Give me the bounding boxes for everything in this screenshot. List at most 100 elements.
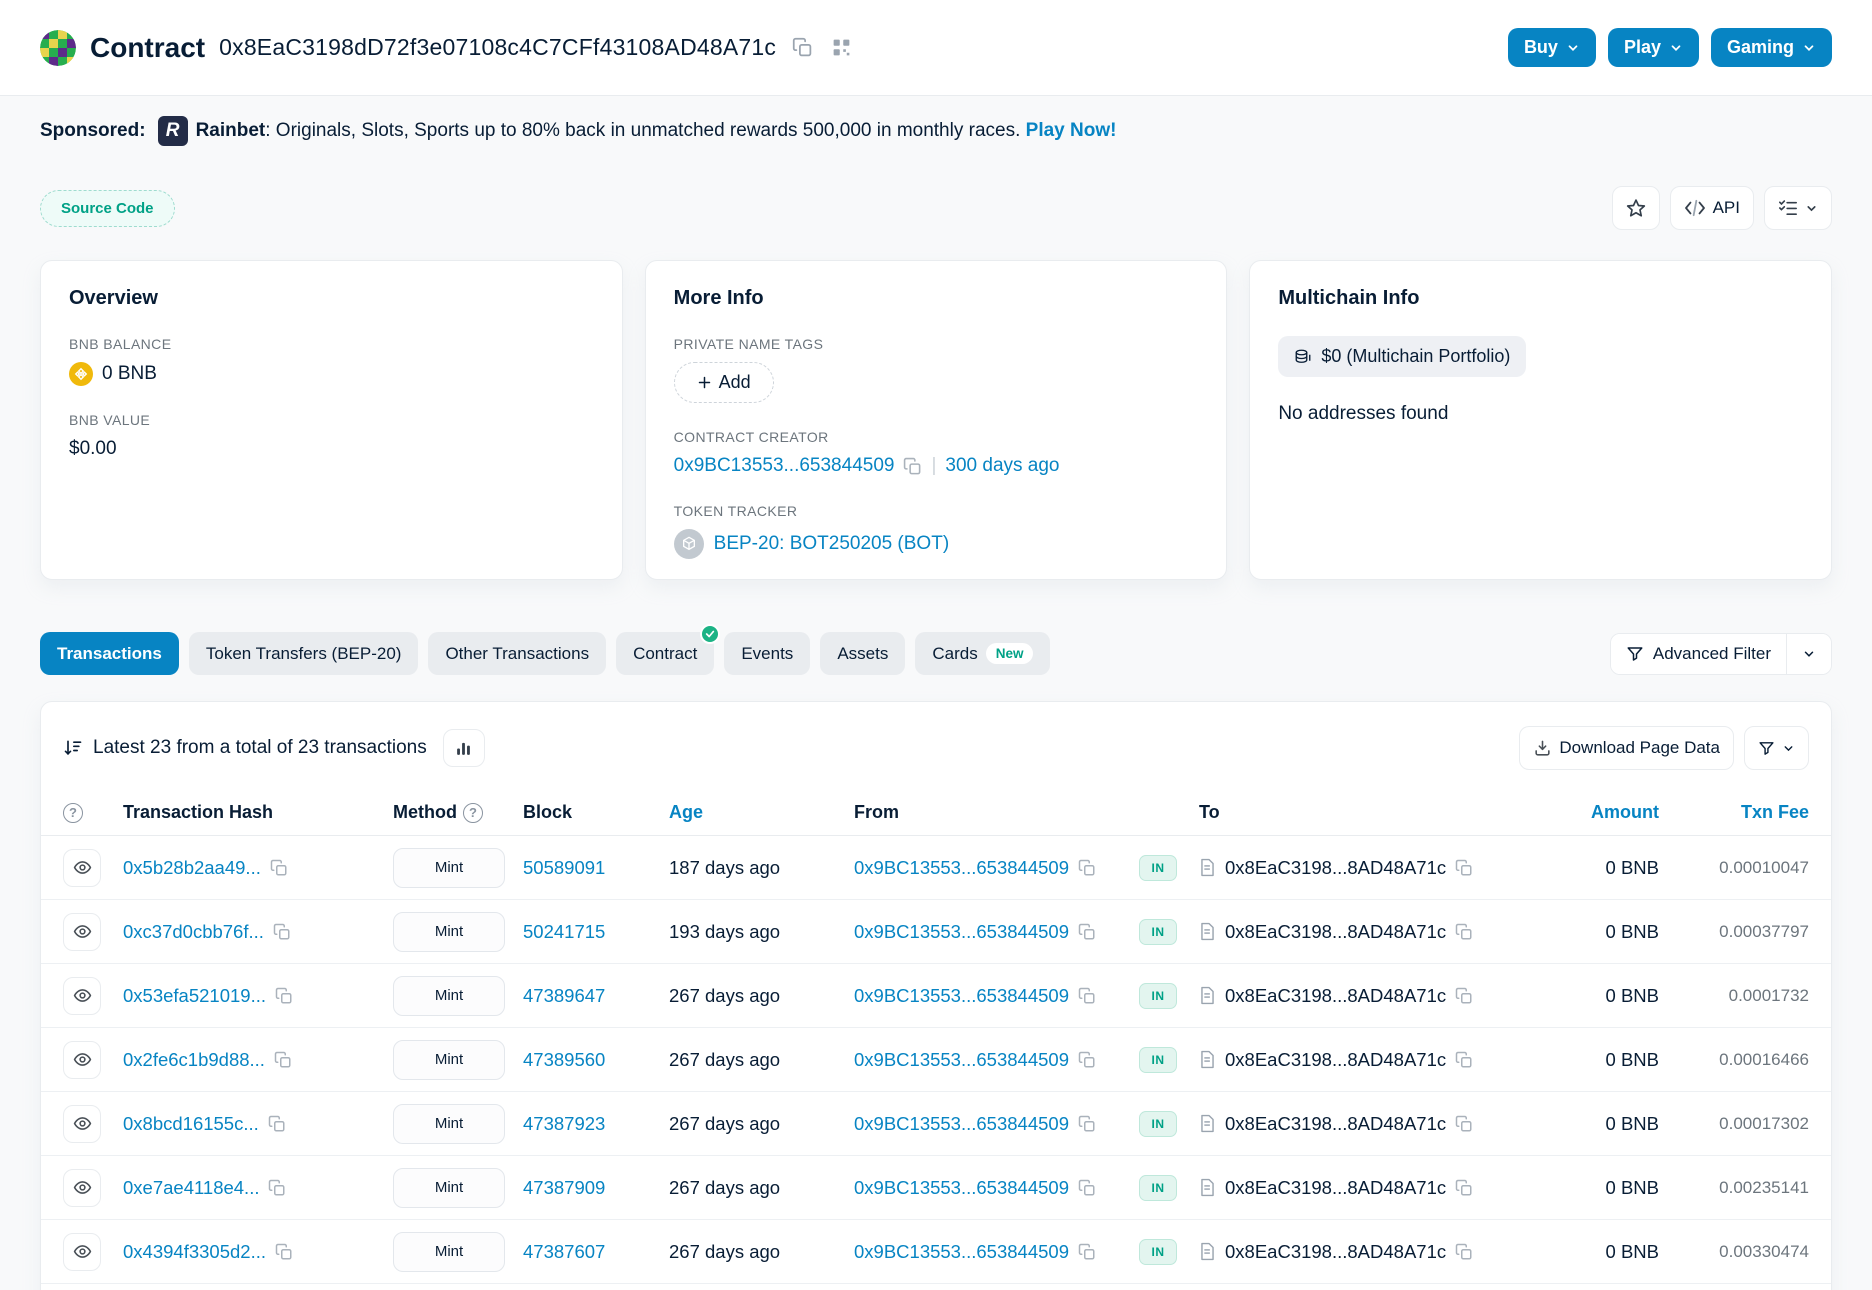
copy-txn-hash-icon[interactable]	[275, 1243, 293, 1261]
help-icon[interactable]: ?	[63, 803, 83, 823]
block-link[interactable]: 47387923	[523, 1113, 605, 1134]
chart-view-button[interactable]	[443, 729, 485, 767]
from-address-link[interactable]: 0x9BC13553...653844509	[854, 857, 1069, 879]
copy-from-address-icon[interactable]	[1078, 987, 1096, 1005]
col-txn-fee-toggle[interactable]: Txn Fee	[1659, 802, 1809, 823]
copy-to-address-icon[interactable]	[1455, 859, 1473, 877]
preview-txn-button[interactable]	[63, 1233, 101, 1271]
tab-events[interactable]: Events	[724, 632, 810, 675]
table-row: 0x5b28b2aa49... Mint 50589091 187 days a…	[41, 836, 1831, 900]
contract-address: 0x8EaC3198dD72f3e07108c4C7CFf43108AD48A7…	[219, 34, 776, 61]
block-link[interactable]: 47387909	[523, 1177, 605, 1198]
api-button[interactable]: API	[1670, 186, 1754, 230]
txn-hash-link[interactable]: 0x2fe6c1b9d88...	[123, 1049, 265, 1071]
block-link[interactable]: 50589091	[523, 857, 605, 878]
preview-txn-button[interactable]	[63, 849, 101, 887]
advanced-filter-button[interactable]: Advanced Filter	[1611, 634, 1786, 674]
txn-hash-link[interactable]: 0x8bcd16155c...	[123, 1113, 259, 1135]
from-address-link[interactable]: 0x9BC13553...653844509	[854, 921, 1069, 943]
tab-cards[interactable]: Cards New	[915, 632, 1050, 675]
direction-badge: IN	[1139, 1047, 1177, 1073]
sponsor-cta-link[interactable]: Play Now!	[1026, 120, 1117, 141]
favorite-button[interactable]	[1612, 186, 1660, 230]
col-age-toggle[interactable]: Age	[669, 802, 854, 823]
copy-from-address-icon[interactable]	[1078, 1243, 1096, 1261]
qr-code-icon[interactable]	[829, 35, 854, 60]
from-address-link[interactable]: 0x9BC13553...653844509	[854, 1241, 1069, 1263]
creation-txn-link[interactable]: 300 days ago	[945, 455, 1059, 477]
block-link[interactable]: 50241715	[523, 921, 605, 942]
block-link[interactable]: 47389560	[523, 1049, 605, 1070]
tab-assets[interactable]: Assets	[820, 632, 905, 675]
col-block: Block	[523, 802, 669, 823]
tab-label: Assets	[837, 644, 888, 664]
copy-to-address-icon[interactable]	[1455, 923, 1473, 941]
method-badge[interactable]: Mint	[393, 1168, 505, 1208]
table-row: 0x4394f3305d2... Mint 47387607 267 days …	[41, 1220, 1831, 1284]
tab-token-transfers[interactable]: Token Transfers (BEP-20)	[189, 632, 419, 675]
copy-txn-hash-icon[interactable]	[274, 1051, 292, 1069]
preview-txn-button[interactable]	[63, 1041, 101, 1079]
help-icon[interactable]: ?	[463, 803, 483, 823]
copy-to-address-icon[interactable]	[1455, 1115, 1473, 1133]
copy-from-address-icon[interactable]	[1078, 1115, 1096, 1133]
chevron-down-icon	[1802, 41, 1816, 55]
txn-hash-link[interactable]: 0xc37d0cbb76f...	[123, 921, 264, 943]
download-page-data-button[interactable]: Download Page Data	[1519, 726, 1734, 770]
txn-fee-cell: 0.0001732	[1659, 986, 1809, 1006]
copy-from-address-icon[interactable]	[1078, 859, 1096, 877]
tab-contract[interactable]: Contract	[616, 632, 714, 675]
add-name-tag-button[interactable]: Add	[674, 362, 774, 403]
tab-other-transactions[interactable]: Other Transactions	[428, 632, 606, 675]
private-name-tags-label: PRIVATE NAME TAGS	[674, 336, 1199, 352]
preview-txn-button[interactable]	[63, 977, 101, 1015]
copy-to-address-icon[interactable]	[1455, 987, 1473, 1005]
block-link[interactable]: 47389647	[523, 985, 605, 1006]
copy-from-address-icon[interactable]	[1078, 923, 1096, 941]
from-address-link[interactable]: 0x9BC13553...653844509	[854, 1177, 1069, 1199]
copy-txn-hash-icon[interactable]	[270, 859, 288, 877]
tab-transactions[interactable]: Transactions	[40, 632, 179, 675]
view-options-button[interactable]	[1764, 186, 1832, 230]
copy-txn-hash-icon[interactable]	[273, 923, 291, 941]
copy-txn-hash-icon[interactable]	[268, 1179, 286, 1197]
method-badge[interactable]: Mint	[393, 912, 505, 952]
preview-txn-button[interactable]	[63, 1105, 101, 1143]
txn-hash-link[interactable]: 0x4394f3305d2...	[123, 1241, 266, 1263]
txn-hash-link[interactable]: 0x5b28b2aa49...	[123, 857, 261, 879]
copy-to-address-icon[interactable]	[1455, 1179, 1473, 1197]
buy-button[interactable]: Buy	[1508, 28, 1596, 67]
method-badge[interactable]: Mint	[393, 1040, 505, 1080]
table-filter-button[interactable]	[1744, 726, 1809, 770]
from-address-link[interactable]: 0x9BC13553...653844509	[854, 1113, 1069, 1135]
copy-txn-hash-icon[interactable]	[268, 1115, 286, 1133]
gaming-button[interactable]: Gaming	[1711, 28, 1832, 67]
txn-hash-link[interactable]: 0x53efa521019...	[123, 985, 266, 1007]
from-address-link[interactable]: 0x9BC13553...653844509	[854, 985, 1069, 1007]
method-badge[interactable]: Mint	[393, 1232, 505, 1272]
copy-txn-hash-icon[interactable]	[275, 987, 293, 1005]
col-amount-toggle[interactable]: Amount	[1489, 802, 1659, 823]
preview-txn-button[interactable]	[63, 1169, 101, 1207]
preview-txn-button[interactable]	[63, 913, 101, 951]
method-badge[interactable]: Mint	[393, 976, 505, 1016]
copy-to-address-icon[interactable]	[1455, 1243, 1473, 1261]
multichain-portfolio-button[interactable]: $0 (Multichain Portfolio)	[1278, 336, 1526, 377]
to-address: 0x8EaC3198...8AD48A71c	[1225, 1241, 1446, 1263]
play-button[interactable]: Play	[1608, 28, 1699, 67]
source-code-badge[interactable]: Source Code	[40, 190, 175, 227]
copy-creator-icon[interactable]	[903, 457, 922, 476]
from-address-link[interactable]: 0x9BC13553...653844509	[854, 1049, 1069, 1071]
contract-avatar	[40, 30, 76, 66]
advanced-filter-dropdown[interactable]	[1786, 634, 1831, 674]
token-tracker-link[interactable]: BEP-20: BOT250205 (BOT)	[714, 533, 950, 555]
copy-from-address-icon[interactable]	[1078, 1051, 1096, 1069]
copy-from-address-icon[interactable]	[1078, 1179, 1096, 1197]
method-badge[interactable]: Mint	[393, 1104, 505, 1144]
block-link[interactable]: 47387607	[523, 1241, 605, 1262]
method-badge[interactable]: Mint	[393, 848, 505, 888]
copy-address-icon[interactable]	[790, 35, 815, 60]
copy-to-address-icon[interactable]	[1455, 1051, 1473, 1069]
creator-address-link[interactable]: 0x9BC13553...653844509	[674, 455, 895, 477]
txn-hash-link[interactable]: 0xe7ae4118e4...	[123, 1177, 259, 1199]
